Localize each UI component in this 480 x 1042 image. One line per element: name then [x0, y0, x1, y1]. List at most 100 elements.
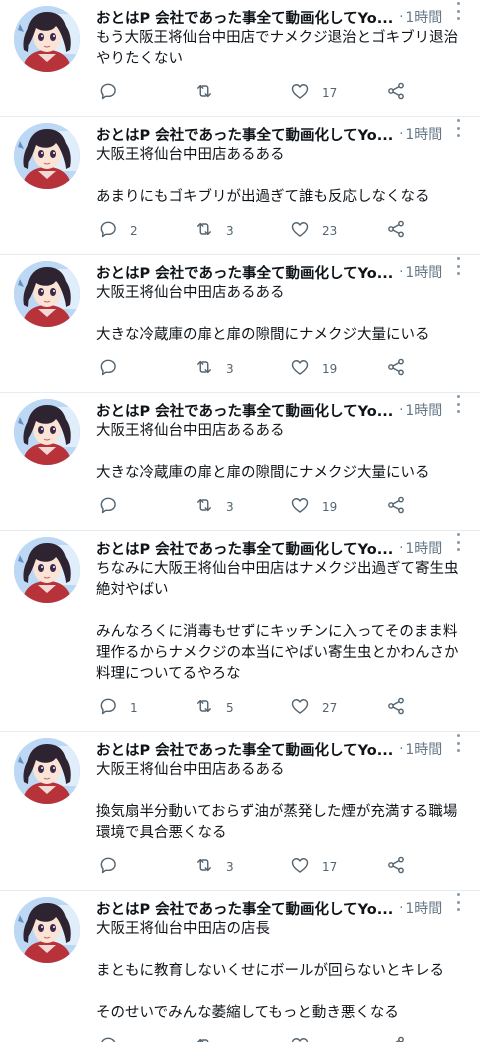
timestamp[interactable]: 1時間: [405, 262, 442, 282]
heart-icon: [290, 696, 310, 720]
tweet-text: 大阪王将仙台中田店あるある 大きな冷蔵庫の扉と扉の隙間にナメクジ大量にいる: [96, 285, 430, 343]
retweet-button[interactable]: 3: [194, 495, 290, 519]
retweet-button[interactable]: 3: [194, 855, 290, 879]
author-name[interactable]: おとはP 会社であった事全て動画化してYo...: [96, 262, 393, 283]
tweet-text: 大阪王将仙台中田店あるある 大きな冷蔵庫の扉と扉の隙間にナメクジ大量にいる: [96, 423, 430, 481]
like-button[interactable]: 19: [290, 357, 386, 381]
tweet-header: おとはP 会社であった事全て動画化してYo... · 1時間: [96, 6, 468, 28]
more-options-icon[interactable]: [454, 395, 462, 413]
reply-button[interactable]: [98, 495, 194, 519]
more-options-icon[interactable]: [454, 257, 462, 275]
meta-separator: ·: [399, 402, 404, 418]
author-name[interactable]: おとはP 会社であった事全て動画化してYo...: [96, 739, 393, 760]
like-button[interactable]: 27: [290, 696, 386, 720]
heart-icon: [290, 219, 310, 243]
timestamp[interactable]: 1時間: [405, 400, 442, 420]
retweet-icon: [194, 495, 214, 519]
reply-button[interactable]: [98, 357, 194, 381]
more-options-icon[interactable]: [454, 734, 462, 752]
tweet-header: おとはP 会社であった事全て動画化してYo... · 1時間: [96, 123, 468, 145]
more-options-icon[interactable]: [454, 119, 462, 137]
like-count: 19: [322, 500, 338, 514]
retweet-button[interactable]: 5: [194, 696, 290, 720]
meta-separator: ·: [399, 126, 404, 142]
tweet[interactable]: おとはP 会社であった事全て動画化してYo... · 1時間 大阪王将仙台中田店…: [0, 255, 480, 393]
share-icon: [386, 495, 406, 519]
timestamp[interactable]: 1時間: [405, 538, 442, 558]
meta-separator: ·: [399, 900, 404, 916]
tweet[interactable]: おとはP 会社であった事全て動画化してYo... · 1時間 大阪王将仙台中田店…: [0, 117, 480, 255]
heart-icon: [290, 357, 310, 381]
tweet[interactable]: おとはP 会社であった事全て動画化してYo... · 1時間 大阪王将仙台中田店…: [0, 393, 480, 531]
tweet-text: もう大阪王将仙台中田店でナメクジ退治とゴキブリ退治 やりたくない: [96, 30, 459, 67]
reply-icon: [98, 696, 118, 720]
avatar[interactable]: [14, 537, 80, 603]
tweet[interactable]: おとはP 会社であった事全て動画化してYo... · 1時間 ちなみに大阪王将仙…: [0, 531, 480, 732]
tweet-header: おとはP 会社であった事全て動画化してYo... · 1時間: [96, 399, 468, 421]
share-icon: [386, 1035, 406, 1042]
retweet-icon: [194, 219, 214, 243]
meta-separator: ·: [399, 741, 404, 757]
tweet-text: ちなみに大阪王将仙台中田店はナメクジ出過ぎて寄生虫 絶対やばい みんなろくに消毒…: [96, 561, 459, 682]
retweet-icon: [194, 696, 214, 720]
avatar[interactable]: [14, 123, 80, 189]
like-button[interactable]: 17: [290, 855, 386, 879]
reply-button[interactable]: 2: [98, 219, 194, 243]
avatar[interactable]: [14, 738, 80, 804]
more-options-icon[interactable]: [454, 2, 462, 20]
reply-count: 2: [130, 224, 138, 238]
avatar[interactable]: [14, 261, 80, 327]
retweet-count: 3: [226, 362, 234, 376]
avatar[interactable]: [14, 6, 80, 72]
avatar[interactable]: [14, 897, 80, 963]
reply-icon: [98, 495, 118, 519]
reply-icon: [98, 855, 118, 879]
share-button[interactable]: [386, 855, 406, 879]
share-button[interactable]: [386, 357, 406, 381]
author-name[interactable]: おとはP 会社であった事全て動画化してYo...: [96, 400, 393, 421]
reply-button[interactable]: [98, 81, 194, 105]
share-button[interactable]: [386, 696, 406, 720]
more-options-icon[interactable]: [454, 533, 462, 551]
share-button[interactable]: [386, 219, 406, 243]
tweet[interactable]: おとはP 会社であった事全て動画化してYo... · 1時間 大阪王将仙台中田店…: [0, 891, 480, 1042]
tweet-text: 大阪王将仙台中田店の店長 まともに教育しないくせにボールが回らないとキレる その…: [96, 921, 444, 1021]
author-name[interactable]: おとはP 会社であった事全て動画化してYo...: [96, 7, 393, 28]
retweet-button[interactable]: [194, 1035, 290, 1042]
timestamp[interactable]: 1時間: [405, 124, 442, 144]
share-button[interactable]: [386, 495, 406, 519]
retweet-button[interactable]: [194, 81, 290, 105]
author-name[interactable]: おとはP 会社であった事全て動画化してYo...: [96, 898, 393, 919]
author-name[interactable]: おとはP 会社であった事全て動画化してYo...: [96, 124, 393, 145]
retweet-button[interactable]: 3: [194, 357, 290, 381]
author-name[interactable]: おとはP 会社であった事全て動画化してYo...: [96, 538, 393, 559]
timestamp[interactable]: 1時間: [405, 7, 442, 27]
more-options-icon[interactable]: [454, 893, 462, 911]
reply-button[interactable]: 1: [98, 696, 194, 720]
heart-icon: [290, 81, 310, 105]
reply-button[interactable]: [98, 1035, 194, 1042]
timestamp[interactable]: 1時間: [405, 898, 442, 918]
like-button[interactable]: 17: [290, 81, 386, 105]
tweet-actions: 3 19: [96, 484, 468, 530]
retweet-count: 3: [226, 500, 234, 514]
like-button[interactable]: 19: [290, 495, 386, 519]
retweet-icon: [194, 1035, 214, 1042]
retweet-count: 3: [226, 224, 234, 238]
reply-icon: [98, 81, 118, 105]
reply-button[interactable]: [98, 855, 194, 879]
share-button[interactable]: [386, 1035, 406, 1042]
meta-separator: ·: [399, 264, 404, 280]
share-button[interactable]: [386, 81, 406, 105]
tweet-header: おとはP 会社であった事全て動画化してYo... · 1時間: [96, 897, 468, 919]
timestamp[interactable]: 1時間: [405, 739, 442, 759]
like-button[interactable]: 23: [290, 219, 386, 243]
like-button[interactable]: [290, 1035, 386, 1042]
avatar[interactable]: [14, 399, 80, 465]
tweet[interactable]: おとはP 会社であった事全て動画化してYo... · 1時間 大阪王将仙台中田店…: [0, 732, 480, 891]
tweet-header: おとはP 会社であった事全て動画化してYo... · 1時間: [96, 537, 468, 559]
retweet-button[interactable]: 3: [194, 219, 290, 243]
like-count: 23: [322, 224, 338, 238]
meta-separator: ·: [399, 9, 404, 25]
tweet[interactable]: おとはP 会社であった事全て動画化してYo... · 1時間 もう大阪王将仙台中…: [0, 0, 480, 117]
